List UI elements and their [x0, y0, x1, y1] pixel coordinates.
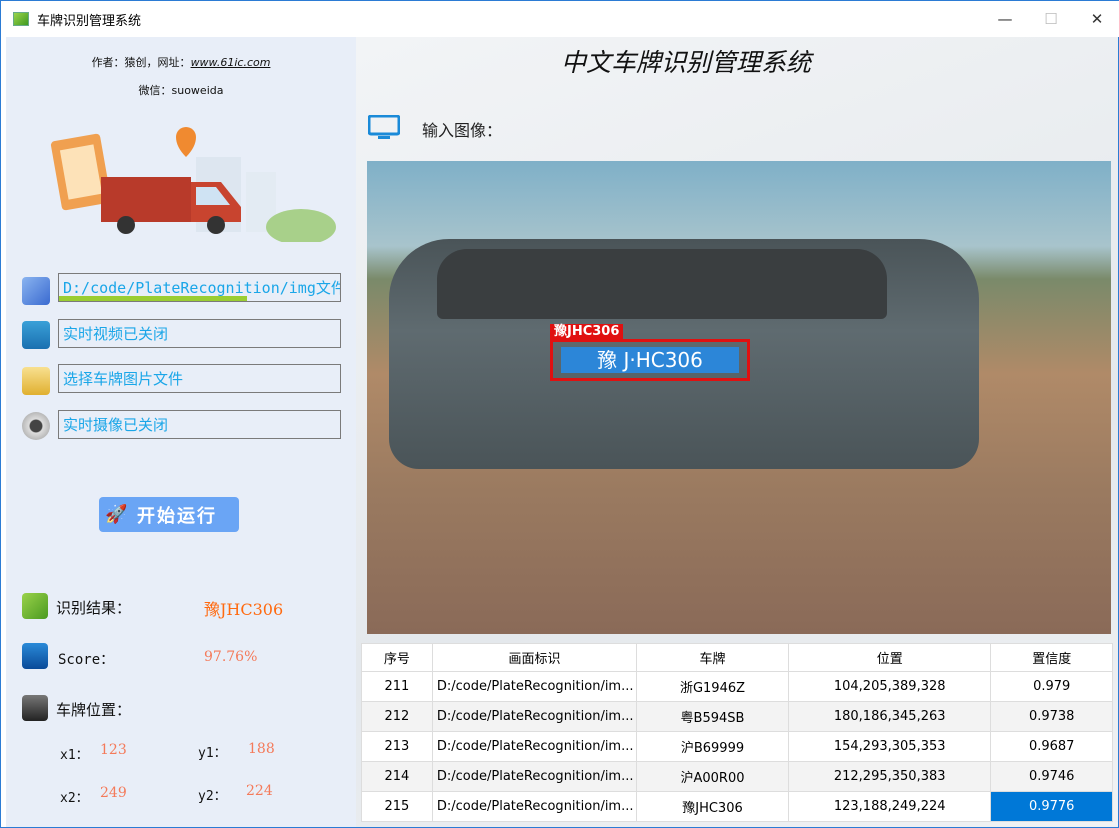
score-label: Score：	[58, 652, 115, 668]
select-image-button[interactable]: 选择车牌图片文件	[58, 364, 341, 393]
page-title: 中文车牌识别管理系统	[560, 48, 811, 77]
x1-label: x1：	[60, 748, 89, 763]
table-cell[interactable]: 104,205,389,328	[787, 671, 992, 702]
table-row[interactable]: 212 D:/code/PlateRecognition/im... 粤B594SB…	[361, 701, 1113, 732]
wechat-line: 微信：suoweida	[138, 84, 224, 97]
table-cell[interactable]: D:/code/PlateRecognition/im...	[431, 701, 638, 732]
table-cell[interactable]: D:/code/PlateRecognition/im...	[431, 671, 638, 702]
table-cell[interactable]: 123,188,249,224	[787, 791, 992, 822]
title-bar: 车牌识别管理系统 — ☐ ✕	[1, 1, 1119, 37]
rocket-icon: 🚀	[105, 504, 130, 525]
table-cell[interactable]: 154,293,305,353	[787, 731, 992, 762]
table-cell[interactable]: D:/code/PlateRecognition/im...	[431, 791, 638, 822]
table-cell[interactable]: 214	[361, 761, 433, 792]
table-cell[interactable]: 浙G1946Z	[636, 671, 789, 702]
score-icon	[22, 643, 48, 669]
table-cell[interactable]: D:/code/PlateRecognition/im...	[431, 761, 638, 792]
table-row[interactable]: 215 D:/code/PlateRecognition/im... 豫JHC306…	[361, 791, 1113, 822]
table-cell[interactable]: 0.9776	[990, 791, 1113, 822]
input-image-label: 输入图像：	[422, 121, 503, 140]
table-cell[interactable]: 0.979	[990, 671, 1113, 702]
main-panel: 中文车牌识别管理系统 输入图像： 豫JHC306 豫 J·HC306 序号 画面标…	[356, 37, 1118, 827]
image-folder-input[interactable]: D:/code/PlateRecognition/img文件夹已	[58, 273, 341, 302]
y1-label: y1：	[198, 746, 227, 761]
close-button[interactable]: ✕	[1074, 1, 1119, 37]
table-cell[interactable]: 180,186,345,263	[787, 701, 992, 732]
webcam-icon	[22, 412, 50, 440]
table-cell[interactable]: 0.9746	[990, 761, 1113, 792]
result-label: 识别结果：	[56, 599, 132, 617]
table-cell[interactable]: 豫JHC306	[636, 791, 789, 822]
result-value: 豫JHC306	[204, 600, 284, 619]
folder-progress-bar	[59, 296, 248, 301]
car-rear-window	[437, 249, 887, 319]
table-row[interactable]: 214 D:/code/PlateRecognition/im... 沪A00R00…	[361, 761, 1113, 792]
window-title: 车牌识别管理系统	[37, 13, 142, 29]
position-label: 车牌位置：	[56, 701, 132, 719]
table-cell[interactable]: 212,295,350,383	[787, 761, 992, 792]
column-header[interactable]: 车牌	[636, 643, 789, 672]
column-header[interactable]: 置信度	[990, 643, 1113, 672]
table-cell[interactable]: 215	[361, 791, 433, 822]
table-row[interactable]: 213 D:/code/PlateRecognition/im... 沪B69999…	[361, 731, 1113, 762]
license-plate: 豫 J·HC306	[561, 347, 739, 373]
folder-globe-icon	[22, 277, 50, 305]
table-cell[interactable]: D:/code/PlateRecognition/im...	[431, 731, 638, 762]
column-header[interactable]: 序号	[361, 643, 433, 672]
control-panel: 作者：猿创，网址：www.61ic.com 微信：suoweida D:/cod…	[6, 37, 356, 827]
start-run-button[interactable]: 🚀 开始运行	[99, 497, 239, 532]
column-header[interactable]: 位置	[787, 643, 992, 672]
table-cell[interactable]: 213	[361, 731, 433, 762]
table-cell[interactable]: 沪A00R00	[636, 761, 789, 792]
maximize-button[interactable]: ☐	[1028, 1, 1074, 37]
table-row[interactable]: 211 D:/code/PlateRecognition/im... 浙G1946Z…	[361, 671, 1113, 702]
x2-value: 249	[100, 785, 127, 801]
play-video-icon	[22, 321, 50, 349]
table-cell[interactable]: 212	[361, 701, 433, 732]
x2-label: x2：	[60, 791, 89, 806]
table-cell[interactable]: 0.9687	[990, 731, 1113, 762]
app-icon	[13, 12, 29, 26]
video-toggle-button[interactable]: 实时视频已关闭	[58, 319, 341, 348]
monitor-icon	[368, 115, 400, 139]
open-folder-icon	[22, 367, 50, 395]
radar-icon	[22, 593, 48, 619]
camera-toggle-button[interactable]: 实时摄像已关闭	[58, 410, 341, 439]
plate-detection-box: 豫 J·HC306	[550, 339, 750, 381]
x1-value: 123	[100, 742, 127, 758]
table-cell[interactable]: 沪B69999	[636, 731, 789, 762]
website-link[interactable]: www.61ic.com	[191, 56, 271, 69]
table-cell[interactable]: 粤B594SB	[636, 701, 789, 732]
plate-detection-label: 豫JHC306	[550, 324, 624, 340]
y1-value: 188	[248, 741, 275, 757]
score-value: 97.76%	[204, 649, 258, 665]
results-table: 序号 画面标识 车牌 位置 置信度 211 D:/code/PlateRecognitio…	[361, 643, 1113, 822]
position-icon	[22, 695, 48, 721]
delivery-truck-illustration	[50, 127, 336, 242]
table-cell[interactable]: 0.9738	[990, 701, 1113, 732]
column-header[interactable]: 画面标识	[431, 643, 638, 672]
table-cell[interactable]: 211	[361, 671, 433, 702]
y2-label: y2：	[198, 789, 227, 804]
minimize-button[interactable]: —	[982, 1, 1028, 37]
y2-value: 224	[246, 783, 273, 799]
input-image: 豫JHC306 豫 J·HC306	[367, 161, 1111, 634]
author-line: 作者：猿创，网址：www.61ic.com	[91, 56, 271, 69]
